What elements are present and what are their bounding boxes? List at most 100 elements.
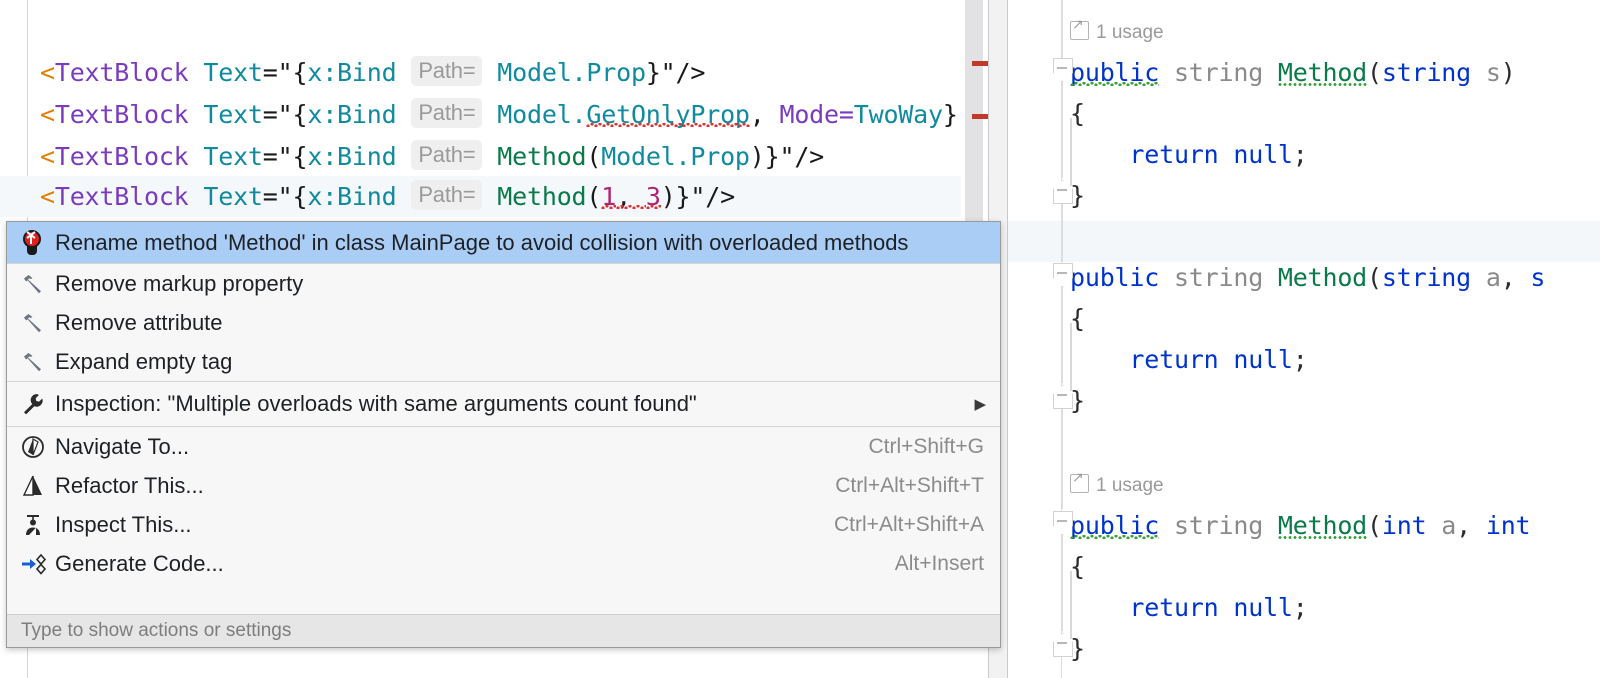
xaml-line-4[interactable]: <TextBlock Text="{x:Bind Path= Method(1,… [40, 176, 735, 217]
indent-guide-3 [1070, 571, 1072, 639]
modifier-keyword: public [1070, 58, 1160, 87]
mode-key: Mode= [779, 100, 854, 129]
equals-quote: =" [262, 142, 293, 171]
brace-close: } [942, 100, 958, 129]
equals-quote: =" [262, 182, 293, 211]
navigate-icon [21, 435, 55, 459]
equals-quote: =" [262, 100, 293, 129]
paren-open: ( [1367, 263, 1382, 292]
popup-item-label: Rename method 'Method' in class MainPage… [55, 229, 909, 255]
submenu-chevron-icon: ▶ [974, 396, 986, 413]
param-name: a [1471, 263, 1501, 292]
brace: { [1070, 304, 1085, 333]
xaml-line-1[interactable]: <TextBlock Text="{x:Bind Path= Model.Pro… [40, 52, 705, 93]
param-type: string [1381, 263, 1471, 292]
markup-extension: x:Bind [307, 182, 397, 211]
path-hint-chip: Path= [411, 98, 483, 128]
xaml-line-3[interactable]: <TextBlock Text="{x:Bind Path= Method(Mo… [40, 136, 824, 177]
csharp-body-3[interactable]: return null; [1070, 587, 1308, 628]
return-keyword: return [1070, 140, 1234, 169]
generate-code-icon [21, 552, 55, 576]
popup-item-navigate-to[interactable]: Navigate To... Ctrl+Shift+G [7, 427, 1000, 466]
indent-guide-1 [1070, 118, 1072, 186]
semicolon: ; [1292, 345, 1308, 374]
brace-open: { [292, 142, 308, 171]
popup-item-label: Refactor This... [55, 472, 204, 498]
hammer-icon [21, 272, 55, 296]
fold-rail-seg-1 [1061, 82, 1063, 178]
usage-arrow-icon [1070, 469, 1089, 493]
param-type: string [1381, 58, 1471, 87]
fold-rail-seg-2 [1061, 204, 1063, 262]
semicolon: ; [1292, 140, 1308, 169]
intention-actions-popup[interactable]: Rename method 'Method' in class MainPage… [6, 221, 1001, 648]
fold-rail-seg-3 [1061, 287, 1063, 383]
popup-item-remove-attribute[interactable]: Remove attribute [7, 303, 1000, 342]
method-arg-1: 1 [601, 182, 617, 211]
fold-marker-open-2[interactable] [1049, 261, 1075, 287]
fold-marker-open-1[interactable] [1049, 56, 1075, 82]
popup-item-label: Generate Code... [55, 550, 224, 576]
wrench-icon [21, 392, 55, 416]
paren-open: ( [1367, 511, 1382, 540]
semicolon: ; [1292, 593, 1308, 622]
csharp-editor-pane[interactable]: 1 usage public string Method(string s) {… [1008, 0, 1600, 678]
method-name: Method [1277, 58, 1368, 87]
csharp-signature-1[interactable]: public string Method(string s) [1070, 52, 1516, 93]
xaml-scrollbar-thumb[interactable] [965, 0, 983, 250]
popup-item-remove-markup-property[interactable]: Remove markup property [7, 264, 1000, 303]
csharp-body-1[interactable]: return null; [1070, 134, 1308, 175]
null-literal: null [1233, 140, 1293, 169]
return-keyword: return [1070, 345, 1234, 374]
return-type: string [1159, 263, 1278, 292]
popup-item-label: Inspection: "Multiple overloads with sam… [55, 391, 697, 416]
popup-item-shortcut: Ctrl+Alt+Shift+T [835, 473, 984, 497]
csharp-signature-2[interactable]: public string Method(string a, s [1070, 257, 1545, 298]
popup-item-rename-method[interactable]: Rename method 'Method' in class MainPage… [7, 222, 1000, 263]
popup-item-label: Expand empty tag [55, 348, 233, 374]
csharp-open-brace-3: { [1070, 546, 1085, 587]
popup-item-generate-code[interactable]: Generate Code... Alt+Insert [7, 544, 1000, 583]
popup-item-label: Inspect This... [55, 511, 192, 537]
xaml-attribute-name: Text [188, 182, 263, 211]
popup-item-inspect-this[interactable]: Inspect This... Ctrl+Alt+Shift+A [7, 505, 1000, 544]
angle-bracket: < [40, 142, 55, 171]
indent-guide-2 [1070, 323, 1072, 391]
popup-item-expand-empty-tag[interactable]: Expand empty tag [7, 342, 1000, 381]
comma: , [749, 100, 780, 129]
method-argument: Model.Prop [601, 142, 750, 171]
markup-extension: x:Bind [307, 100, 397, 129]
paren-open: ( [1367, 58, 1382, 87]
param-type: int [1381, 511, 1427, 540]
modifier-keyword: public [1070, 511, 1160, 540]
null-literal: null [1233, 345, 1293, 374]
angle-bracket: < [40, 100, 55, 129]
popup-item-inspection-submenu[interactable]: Inspection: "Multiple overloads with sam… [7, 382, 1000, 426]
popup-item-label: Navigate To... [55, 433, 190, 459]
return-type: string [1159, 58, 1278, 87]
csharp-signature-3[interactable]: public string Method(int a, int [1070, 505, 1531, 546]
usage-hint-label: 1 usage [1096, 475, 1164, 496]
popup-item-label: Remove markup property [55, 270, 304, 296]
comma: , [1500, 263, 1531, 292]
paren-open: ( [586, 182, 602, 211]
fold-rail-seg-top [1061, 0, 1063, 58]
usage-hint-3[interactable]: 1 usage [1070, 469, 1164, 501]
param-type-2-clipped: int [1485, 511, 1531, 540]
bind-method-name: Method [497, 182, 587, 211]
csharp-open-brace-1: { [1070, 93, 1085, 134]
method-arg-2: 3 [645, 182, 661, 211]
xaml-tag-name: TextBlock [54, 58, 189, 87]
angle-bracket: < [40, 58, 55, 87]
csharp-selected-line-highlight [1008, 221, 1600, 262]
bulb-icon [21, 230, 55, 255]
method-name: Method [1277, 511, 1368, 540]
xaml-tag-name: TextBlock [54, 100, 189, 129]
fold-marker-open-3[interactable] [1049, 509, 1075, 535]
popup-item-refactor-this[interactable]: Refactor This... Ctrl+Alt+Shift+T [7, 466, 1000, 505]
xaml-line-2[interactable]: <TextBlock Text="{x:Bind Path= Model.Get… [40, 94, 958, 135]
csharp-body-2[interactable]: return null; [1070, 339, 1308, 380]
path-hint-chip: Path= [411, 56, 483, 86]
usage-hint-1[interactable]: 1 usage [1070, 16, 1164, 48]
xaml-tag-name: TextBlock [54, 182, 189, 211]
